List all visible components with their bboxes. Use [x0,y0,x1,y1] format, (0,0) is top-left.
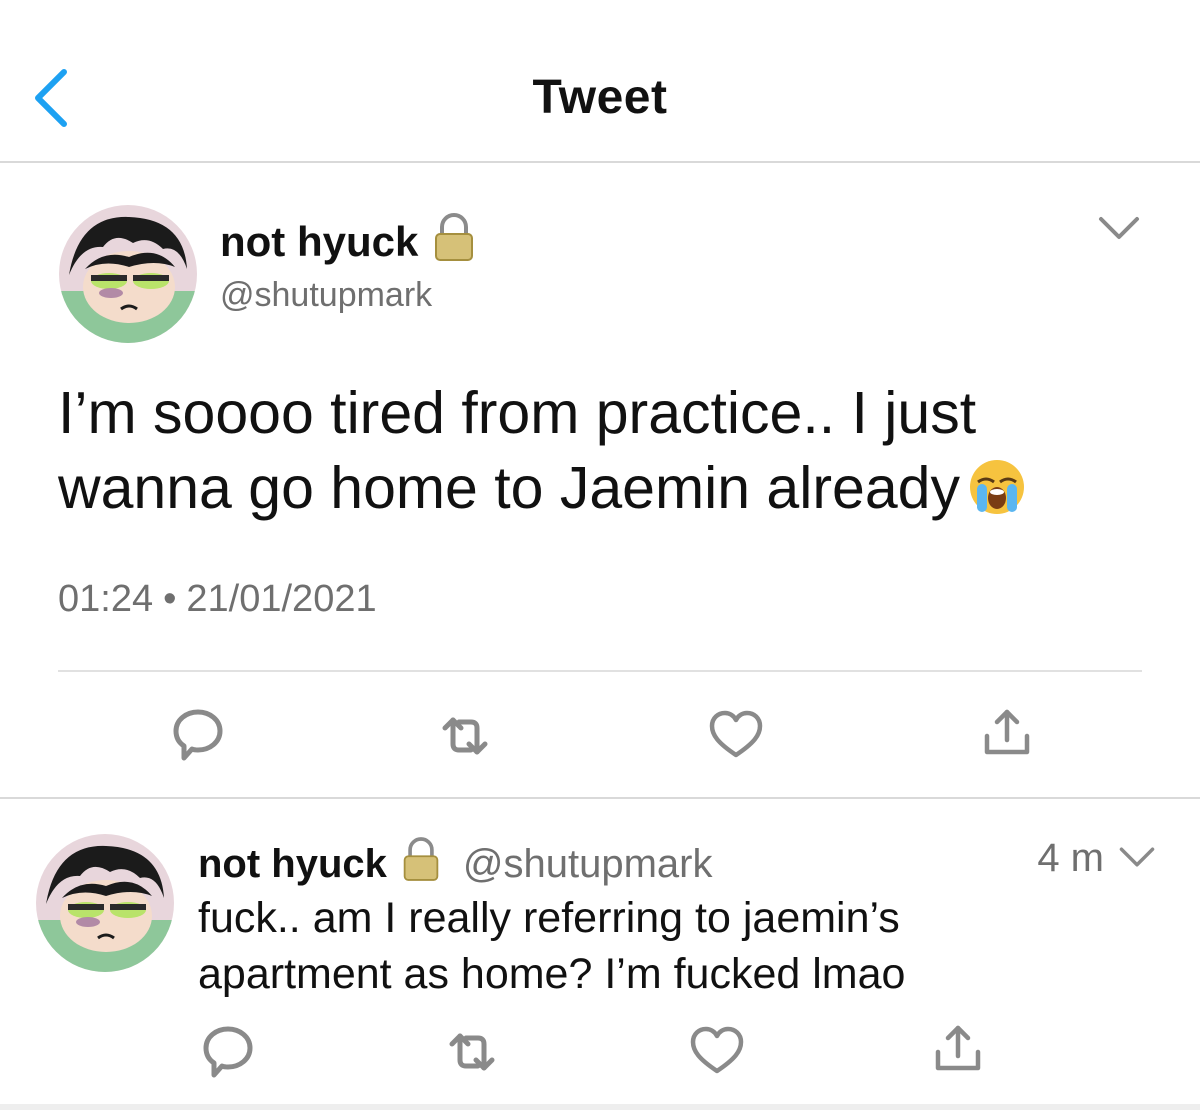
divider [0,797,1200,799]
lock-icon [432,212,476,272]
display-name: not hyuck [220,218,419,265]
reply-header[interactable]: not hyuck @shutupmark [198,836,713,892]
avatar[interactable] [36,834,174,972]
reply-text: fuck.. am I really referring to jaemin’s… [198,890,1138,1002]
tweet-timestamp: 01:24 • 21/01/2021 [58,578,377,621]
reply-icon[interactable] [200,1023,256,1079]
share-icon[interactable] [979,706,1035,762]
reply-text-line: fuck.. am I really referring to jaemin’s [198,894,900,942]
lock-icon [401,836,441,892]
divider [58,670,1142,672]
header-divider [0,161,1200,163]
page-title: Tweet [532,71,668,124]
author-handle: @shutupmark [462,841,713,886]
retweet-icon[interactable] [437,708,493,764]
tweet-time: 01:24 [58,578,154,620]
top-bar: Tweet [0,0,1200,162]
separator-dot: • [163,578,177,620]
bottom-divider [0,1104,1200,1110]
author-handle[interactable]: @shutupmark [220,276,432,315]
loudly-crying-emoji-icon [968,458,1026,534]
tweet-text-line: wanna go home to Jaemin already [58,455,960,521]
chevron-down-icon[interactable] [1097,213,1141,248]
tweet-date: 21/01/2021 [186,578,377,620]
chevron-down-icon[interactable] [1118,844,1156,875]
tweet-text: I’m soooo tired from practice.. I just w… [58,376,1158,534]
reply-time: 4 m [1037,836,1104,880]
display-name: not hyuck [198,841,387,886]
like-icon[interactable] [708,707,764,763]
avatar[interactable] [59,205,197,343]
reply-text-line: apartment as home? I’m fucked lmao [198,950,906,998]
like-icon[interactable] [689,1023,745,1079]
reply-icon[interactable] [170,706,226,762]
tweet-text-line: I’m soooo tired from practice.. I just [58,380,977,446]
share-icon[interactable] [930,1022,986,1078]
author-name[interactable]: not hyuck [220,212,476,272]
retweet-icon[interactable] [444,1024,500,1080]
